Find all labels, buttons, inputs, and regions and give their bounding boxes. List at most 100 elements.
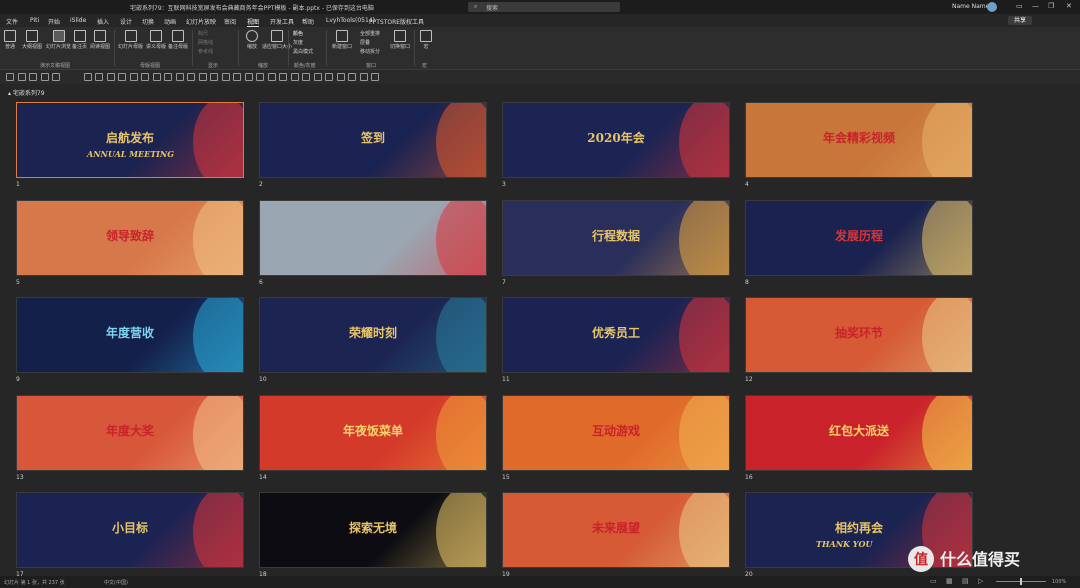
start-slideshow-icon[interactable] — [83, 73, 92, 81]
slide-thumbnail[interactable]: 红包大派送 — [745, 395, 973, 471]
align-left-icon[interactable] — [152, 73, 161, 81]
undo-icon[interactable] — [40, 73, 49, 81]
section-header[interactable]: ▴ 宅嵌系列79 — [8, 88, 45, 97]
minimize-icon[interactable]: — — [1032, 2, 1039, 10]
ribbon-display-icon[interactable]: ▭ — [1016, 2, 1023, 10]
color-mode-button[interactable]: 颜色 — [293, 30, 303, 37]
avatar[interactable] — [987, 2, 997, 12]
menu-tab[interactable]: 设计 — [120, 17, 132, 26]
slide-thumbnail[interactable]: 抽奖环节 — [745, 297, 973, 373]
distribute-icon[interactable] — [256, 73, 264, 81]
new-slide-icon[interactable] — [6, 73, 14, 81]
align-center-icon[interactable] — [164, 73, 172, 81]
redo-icon[interactable] — [52, 73, 60, 81]
menu-tab[interactable]: 视图 — [247, 17, 260, 27]
gridlines-checkbox[interactable]: 网格线 — [198, 39, 213, 46]
align-right-icon[interactable] — [175, 73, 184, 81]
slide-thumbnail[interactable]: 年度大奖 — [16, 395, 244, 471]
macros-button[interactable]: 宏 — [420, 30, 432, 50]
outline-view-button[interactable]: 大纲视图 — [22, 30, 42, 50]
slide-master-button[interactable]: 幻灯片母版 — [118, 30, 143, 50]
slide-sorter-icon[interactable]: ▦ — [946, 577, 953, 585]
slide-thumbnail[interactable]: 年夜饭菜单 — [259, 395, 487, 471]
shape-icon[interactable] — [210, 73, 218, 81]
text-box-icon[interactable] — [313, 73, 322, 81]
slide-thumbnail[interactable]: 探索无境 — [259, 492, 487, 568]
line-icon[interactable] — [325, 73, 333, 81]
close-icon[interactable]: ✕ — [1066, 2, 1072, 10]
new-window-button[interactable]: 新建窗口 — [332, 30, 352, 50]
slide-thumbnail[interactable]: 互动游戏 — [502, 395, 730, 471]
normal-view-icon[interactable]: ▭ — [930, 577, 937, 585]
menu-tab[interactable]: 文件 — [6, 17, 18, 26]
arrange-all-button[interactable]: 全部重排 — [360, 30, 380, 37]
outline-icon[interactable] — [348, 73, 356, 81]
slide-thumbnail[interactable]: 行程数据 — [502, 200, 730, 276]
zoom-button[interactable]: 缩放 — [246, 30, 258, 50]
reading-view-button[interactable]: 阅读视图 — [90, 30, 110, 50]
notes-page-button[interactable]: 备注页 — [72, 30, 87, 50]
normal-view-button[interactable]: 普通 — [4, 30, 16, 50]
underline-icon[interactable] — [141, 73, 149, 81]
menu-tab[interactable]: iSlide — [70, 17, 86, 24]
slide-thumbnail[interactable]: 年会精彩视频 — [745, 102, 973, 178]
ruler-checkbox[interactable]: 标尺 — [198, 30, 208, 37]
language-indicator[interactable]: 中文(中国) — [104, 579, 128, 586]
ungroup-icon[interactable] — [244, 73, 253, 81]
cascade-button[interactable]: 层叠 — [360, 39, 370, 46]
move-split-button[interactable]: 移动拆分 — [360, 48, 380, 55]
maximize-icon[interactable]: ❐ — [1048, 2, 1054, 10]
slide-sorter-button[interactable]: 幻灯片浏览 — [46, 30, 71, 50]
slide-thumbnail[interactable]: 启航发布 ANNUAL MEETING — [16, 102, 244, 178]
crop-icon[interactable] — [267, 73, 276, 81]
font-icon[interactable] — [106, 73, 115, 81]
zoom-level[interactable]: 100% — [1052, 579, 1066, 585]
arrange-icon[interactable] — [221, 73, 230, 81]
share-button[interactable]: 共享 — [1008, 16, 1032, 25]
menu-tab[interactable]: 插入 — [97, 17, 109, 26]
picture-icon[interactable] — [279, 73, 287, 81]
slide-thumbnail[interactable]: 未来展望 — [502, 492, 730, 568]
menu-tab[interactable]: LvyhTools(0514) — [326, 17, 375, 24]
slide-thumbnail[interactable]: 领导致辞 — [16, 200, 244, 276]
slide-thumbnail[interactable]: 签到 — [259, 102, 487, 178]
effects-icon[interactable] — [359, 73, 368, 81]
menu-tab[interactable]: 动画 — [164, 17, 176, 26]
bold-icon[interactable] — [118, 73, 126, 81]
menu-tab[interactable]: 审阅 — [224, 17, 236, 26]
notes-master-button[interactable]: 备注母版 — [168, 30, 188, 50]
slideshow-icon[interactable]: ▷ — [978, 577, 983, 585]
slide-thumbnail[interactable]: 2020年会 — [502, 102, 730, 178]
numbering-icon[interactable] — [198, 73, 207, 81]
black-white-button[interactable]: 黑白模式 — [293, 48, 313, 55]
chart-icon[interactable] — [302, 73, 310, 81]
more-icon[interactable] — [371, 73, 379, 81]
menu-tab[interactable]: PPTSTORE版权工具 — [369, 17, 424, 26]
guides-checkbox[interactable]: 参考线 — [198, 48, 213, 55]
slide-thumbnail[interactable]: 发展历程 — [745, 200, 973, 276]
switch-window-button[interactable]: 切换窗口 — [390, 30, 410, 50]
save-icon[interactable] — [29, 73, 37, 81]
bullets-icon[interactable] — [187, 73, 195, 81]
slide-thumbnail[interactable]: 年度营收 — [16, 297, 244, 373]
slide-thumbnail[interactable]: 优秀员工 — [502, 297, 730, 373]
format-painter-icon[interactable] — [95, 73, 103, 81]
group-icon[interactable] — [233, 73, 241, 81]
user-name[interactable]: Name Name — [952, 3, 989, 10]
fill-icon[interactable] — [336, 73, 345, 81]
menu-tab[interactable]: 开发工具 — [270, 17, 294, 26]
reading-view-icon[interactable]: ▤ — [962, 577, 969, 585]
slide-thumbnail[interactable]: 荣耀时刻 — [259, 297, 487, 373]
menu-tab[interactable]: 帮助 — [302, 17, 314, 26]
italic-icon[interactable] — [129, 73, 138, 81]
menu-tab[interactable]: Piti — [30, 17, 39, 24]
menu-tab[interactable]: 开始 — [48, 17, 60, 26]
slide-thumbnail[interactable]: 小目标 — [16, 492, 244, 568]
menu-tab[interactable]: 幻灯片放映 — [186, 17, 216, 26]
zoom-slider-thumb[interactable] — [1020, 578, 1022, 585]
handout-master-button[interactable]: 讲义母版 — [146, 30, 166, 50]
layout-icon[interactable] — [17, 73, 26, 81]
menu-tab[interactable]: 切换 — [142, 17, 154, 26]
slide-thumbnail[interactable] — [259, 200, 487, 276]
table-icon[interactable] — [290, 73, 299, 81]
